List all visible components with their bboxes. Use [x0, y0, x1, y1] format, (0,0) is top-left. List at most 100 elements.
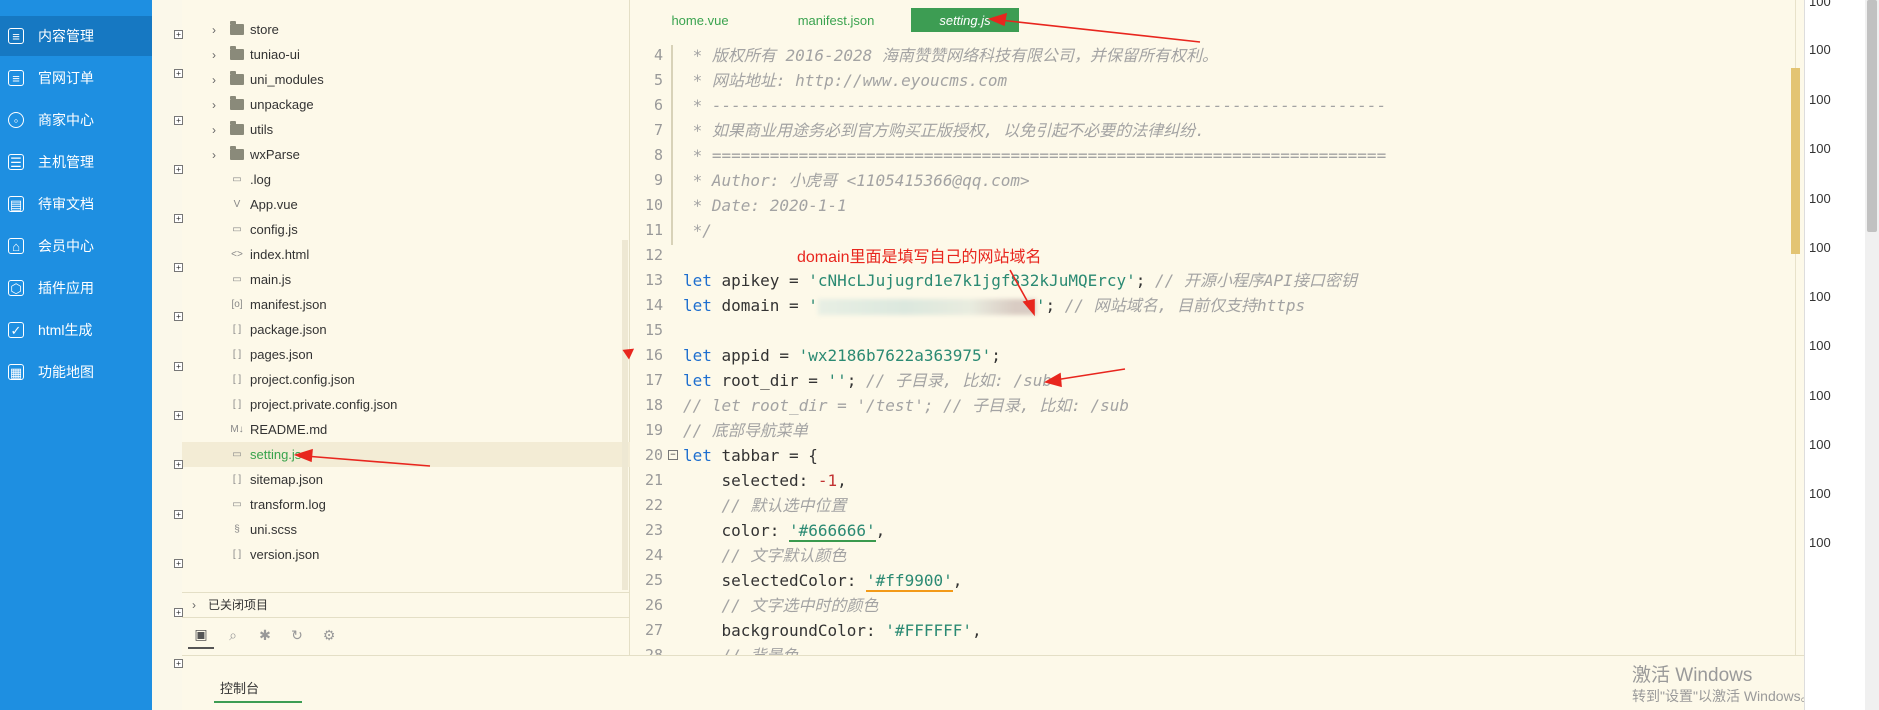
nav-item-6[interactable]: ⬡ 插件应用 — [0, 268, 152, 308]
tree-item[interactable]: ▭ config.js — [182, 217, 630, 242]
code-token: -1 — [817, 471, 838, 490]
expand-marker-icon[interactable]: + — [174, 263, 183, 272]
code-text: // 文字默认颜色 — [683, 543, 847, 568]
code-token: let — [683, 371, 712, 390]
expand-marker-icon[interactable]: + — [174, 30, 183, 39]
tree-item[interactable]: [ ] project.private.config.json — [182, 392, 630, 417]
right-value: 100 — [1809, 388, 1831, 403]
line-number: 20 — [644, 446, 663, 464]
expand-marker-icon[interactable]: + — [174, 312, 183, 321]
tree-item[interactable]: ▭ setting.js — [182, 442, 630, 467]
json-file-icon: [ ] — [232, 374, 242, 385]
nav-item-1[interactable]: ≡ 官网订单 — [0, 58, 152, 98]
chevron-right-icon[interactable]: › — [212, 23, 216, 37]
tree-item[interactable]: [ ] sitemap.json — [182, 467, 630, 492]
code-token: * 如果商业用途务必到官方购买正版授权, 以免引起不必要的法律纠纷. — [683, 121, 1205, 140]
right-scrollbar-thumb[interactable] — [1867, 0, 1877, 232]
tree-item[interactable]: <> index.html — [182, 242, 630, 267]
nav-item-label: 主机管理 — [38, 154, 94, 170]
folder-view-icon[interactable]: ▣ — [188, 623, 214, 649]
json-file-icon: [ ] — [232, 399, 242, 410]
tree-item[interactable]: V App.vue — [182, 192, 630, 217]
nav-item-3[interactable]: ☰ 主机管理 — [0, 142, 152, 182]
nav-item-4[interactable]: ▤ 待审文档 — [0, 184, 152, 224]
tree-item[interactable]: [ ] project.config.json — [182, 367, 630, 392]
refresh-icon[interactable]: ↻ — [284, 623, 310, 649]
editor-scrollbar[interactable] — [1791, 68, 1800, 254]
server-icon: ☰ — [8, 154, 24, 170]
folder-icon — [230, 46, 244, 62]
closed-projects-row[interactable]: › 已关闭项目 — [182, 592, 630, 616]
chevron-right-icon[interactable]: › — [212, 123, 216, 137]
expand-marker-icon[interactable]: + — [174, 559, 183, 568]
tree-item[interactable]: › store — [182, 17, 630, 42]
chevron-right-icon[interactable]: › — [212, 73, 216, 87]
tree-item[interactable]: › utils — [182, 117, 630, 142]
tree-item-label: transform.log — [250, 497, 326, 512]
code-token: , — [972, 621, 982, 640]
code-token: apikey = — [711, 271, 809, 290]
expand-marker-icon[interactable]: + — [174, 362, 183, 371]
code-token: ; — [846, 371, 867, 390]
expand-marker-icon[interactable]: + — [174, 165, 183, 174]
tree-item[interactable]: ▭ main.js — [182, 267, 630, 292]
tree-item[interactable]: › unpackage — [182, 92, 630, 117]
code-line: 26 // 文字选中时的颜色 — [631, 593, 1791, 618]
tree-item[interactable]: › tuniao-ui — [182, 42, 630, 67]
plugin-icon: ⬡ — [8, 280, 24, 296]
fold-toggle-icon[interactable]: − — [668, 450, 678, 460]
expand-marker-icon[interactable]: + — [174, 460, 183, 469]
binoculars-icon[interactable]: ⌕ — [220, 623, 246, 649]
nav-item-2[interactable]: ◦ 商家中心 — [0, 100, 152, 140]
chevron-right-icon[interactable]: › — [212, 98, 216, 112]
tree-item[interactable]: [ ] version.json — [182, 542, 630, 567]
tree-item[interactable]: [ ] pages.json — [182, 342, 630, 367]
expand-marker-icon[interactable]: + — [174, 608, 183, 617]
chevron-right-icon[interactable]: › — [212, 48, 216, 62]
expand-marker-icon[interactable]: + — [174, 411, 183, 420]
checkbox-icon: ✓ — [8, 322, 24, 338]
tree-item[interactable]: ▭ transform.log — [182, 492, 630, 517]
nav-item-8[interactable]: ▦ 功能地图 — [0, 352, 152, 392]
tab-1[interactable]: manifest.json — [777, 8, 895, 32]
expand-marker-icon[interactable]: + — [174, 510, 183, 519]
nav-item-label: 待审文档 — [38, 196, 94, 212]
tree-item[interactable]: › wxParse — [182, 142, 630, 167]
tab-2[interactable]: setting.js — [911, 8, 1019, 32]
document-icon: ≡ — [8, 28, 24, 44]
tree-item[interactable]: [ ] package.json — [182, 317, 630, 342]
tree-item[interactable]: [o] manifest.json — [182, 292, 630, 317]
chevron-right-icon[interactable]: › — [212, 148, 216, 162]
code-line: 20− let tabbar = { — [631, 443, 1791, 468]
line-number: 9 — [653, 171, 663, 189]
code-token: , — [875, 521, 886, 540]
nav-item-5[interactable]: ⌂ 会员中心 — [0, 226, 152, 266]
tree-item[interactable]: § uni.scss — [182, 517, 630, 542]
expand-marker-icon[interactable]: + — [174, 69, 183, 78]
expand-marker-icon[interactable]: + — [174, 214, 183, 223]
bug-icon[interactable]: ✱ — [252, 623, 278, 649]
code-line: 23 color: '#666666', — [631, 518, 1791, 543]
code-line: 22 // 默认选中位置 — [631, 493, 1791, 518]
scss-file-icon: § — [234, 524, 240, 535]
console-tab[interactable]: 控制台 — [214, 678, 302, 703]
tree-item[interactable]: M↓ README.md — [182, 417, 630, 442]
grid-icon: ▦ — [8, 364, 24, 380]
code-line: 24 // 文字默认颜色 — [631, 543, 1791, 568]
code-token: * 版权所有 2016-2028 海南赞赞网络科技有限公司，并保留所有权利。 — [683, 46, 1218, 65]
expand-marker-icon[interactable]: + — [174, 116, 183, 125]
code-text: * 如果商业用途务必到官方购买正版授权, 以免引起不必要的法律纠纷. — [683, 118, 1205, 143]
expand-marker-icon[interactable]: + — [174, 659, 183, 668]
tree-item[interactable]: ▭ .log — [182, 167, 630, 192]
manifest-file-icon: [o] — [231, 299, 243, 310]
right-value: 100 — [1809, 289, 1831, 304]
code-token: * 网站地址: http://www.eyoucms.com — [683, 71, 1008, 90]
tree-scrollbar[interactable] — [622, 240, 628, 590]
plugin-tool-icon[interactable]: ⚙ — [316, 623, 342, 649]
tab-0[interactable]: home.vue — [655, 8, 745, 32]
nav-item-label: 官网订单 — [38, 70, 94, 86]
tree-item[interactable]: › uni_modules — [182, 67, 630, 92]
code-token: ' — [808, 296, 818, 315]
nav-item-0[interactable]: ≡ 内容管理 — [0, 16, 152, 56]
nav-item-7[interactable]: ✓ html生成 — [0, 310, 152, 350]
